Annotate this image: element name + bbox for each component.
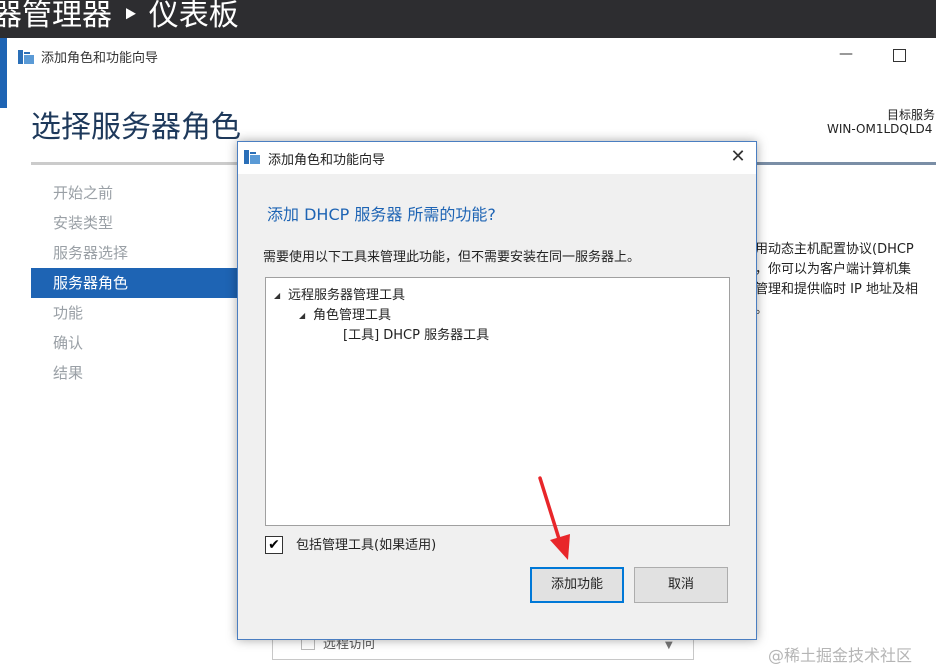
role-description-line: ，你可以为客户端计算机集 — [755, 262, 912, 277]
dialog-title: 添加角色和功能向导 — [268, 153, 386, 168]
heading-divider-accent — [737, 162, 936, 165]
wizard-app-icon — [244, 150, 260, 164]
step-before-you-begin[interactable]: 开始之前 — [31, 178, 241, 208]
tree-node-label: 远程服务器管理工具 — [288, 288, 406, 303]
role-description-line: 管理和提供临时 IP 地址及相 — [755, 282, 918, 297]
minimize-button[interactable]: — — [839, 47, 853, 62]
wizard-app-icon — [18, 50, 34, 64]
include-tools-checkbox[interactable]: ✔ — [265, 536, 283, 554]
step-installation-type[interactable]: 安装类型 — [31, 208, 241, 238]
step-server-selection[interactable]: 服务器选择 — [31, 238, 241, 268]
server-manager-titlebar: 器管理器 ‣ 仪表板 — [0, 0, 936, 38]
expand-triangle-icon[interactable]: ◢ — [274, 291, 288, 300]
dialog-description: 需要使用以下工具来管理此功能，但不需要安装在同一服务器上。 — [263, 250, 641, 265]
role-description: 用动态主机配置协议(DHCP ，你可以为客户端计算机集 管理和提供临时 IP 地… — [755, 240, 936, 320]
server-manager-title: 器管理器 ‣ 仪表板 — [0, 0, 239, 33]
dialog-titlebar: 添加角色和功能向导 ✕ — [238, 142, 756, 174]
close-icon[interactable]: ✕ — [726, 146, 750, 168]
step-server-roles[interactable]: 服务器角色 — [31, 268, 241, 298]
wizard-window-title: 添加角色和功能向导 — [41, 51, 159, 66]
server-manager-nav-strip — [0, 38, 7, 108]
tree-node[interactable]: ◢ 远程服务器管理工具 — [274, 284, 405, 303]
add-features-button[interactable]: 添加功能 — [530, 567, 624, 603]
include-tools-label: 包括管理工具(如果适用) — [296, 538, 437, 553]
features-tree[interactable]: ◢ 远程服务器管理工具 ◢ 角色管理工具 [工具] DHCP 服务器工具 — [265, 277, 730, 526]
tree-node-label: 角色管理工具 — [313, 308, 392, 323]
target-server-name: WIN-OM1LDQLD4 — [827, 122, 933, 136]
red-arrow-annotation — [538, 476, 570, 560]
tree-node-label: [工具] DHCP 服务器工具 — [343, 328, 490, 343]
chevron-down-icon: ▼ — [665, 640, 673, 651]
tree-node[interactable]: [工具] DHCP 服务器工具 — [343, 324, 489, 343]
wizard-steps: 开始之前 安装类型 服务器选择 服务器角色 功能 确认 结果 — [31, 178, 241, 388]
tree-node[interactable]: ◢ 角色管理工具 — [299, 304, 391, 323]
page-title: 选择服务器角色 — [31, 110, 241, 145]
cancel-button[interactable]: 取消 — [634, 567, 728, 603]
add-features-dialog: 添加角色和功能向导 ✕ 添加 DHCP 服务器 所需的功能? 需要使用以下工具来… — [237, 141, 757, 640]
role-description-line: 用动态主机配置协议(DHCP — [755, 242, 914, 257]
expand-triangle-icon[interactable]: ◢ — [299, 311, 313, 320]
step-confirmation[interactable]: 确认 — [31, 328, 241, 358]
step-features[interactable]: 功能 — [31, 298, 241, 328]
target-server-label: 目标服务 — [887, 108, 936, 122]
maximize-button[interactable] — [893, 49, 906, 62]
watermark: @稀土掘金技术社区 — [768, 646, 913, 665]
dialog-heading: 添加 DHCP 服务器 所需的功能? — [267, 205, 496, 224]
step-results[interactable]: 结果 — [31, 358, 241, 388]
role-description-line: 。 — [755, 302, 769, 317]
